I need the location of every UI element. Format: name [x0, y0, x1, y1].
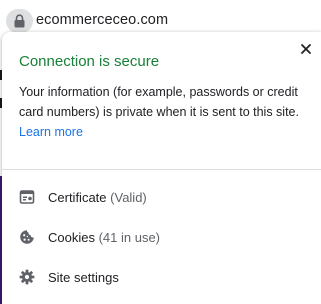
cookies-count: (41 in use) — [98, 230, 161, 245]
site-settings-label: Site settings — [48, 270, 119, 285]
close-icon — [301, 44, 311, 54]
divider — [2, 169, 321, 170]
site-info-popup: Connection is secure Your information (f… — [2, 32, 321, 304]
site-info-button[interactable] — [6, 9, 33, 33]
gear-icon — [19, 269, 35, 285]
site-settings-item[interactable]: Site settings — [2, 259, 321, 297]
certificate-icon — [19, 189, 35, 205]
security-description: Your information (for example, passwords… — [19, 82, 309, 142]
cookies-label: Cookies — [48, 230, 95, 245]
certificate-item[interactable]: Certificate (Valid) — [2, 179, 321, 217]
certificate-label: Certificate — [48, 190, 107, 205]
cookies-item[interactable]: Cookies (41 in use) — [2, 219, 321, 257]
close-button[interactable] — [297, 40, 315, 58]
cookie-icon — [19, 229, 35, 245]
popup-title: Connection is secure — [19, 53, 160, 70]
learn-more-link[interactable]: Learn more — [19, 125, 83, 139]
certificate-status: (Valid) — [110, 190, 147, 205]
url-text[interactable]: ecommerceceo.com — [36, 12, 168, 28]
description-text: Your information (for example, passwords… — [19, 85, 299, 119]
lock-icon — [14, 14, 25, 28]
